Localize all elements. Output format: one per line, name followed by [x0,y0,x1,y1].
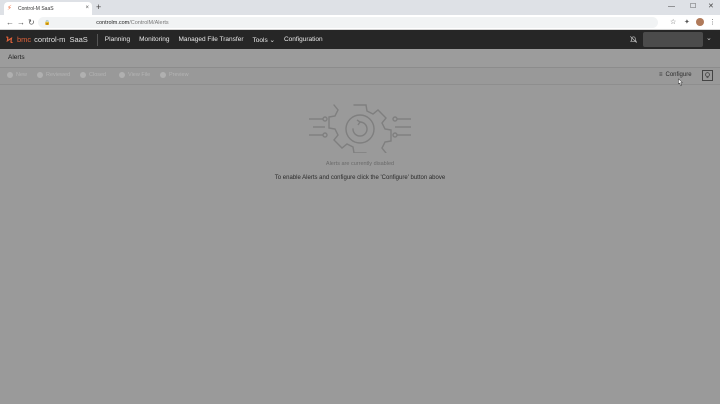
nav-tools[interactable]: Tools ⌄ [253,36,275,44]
closed-label: Closed [89,72,107,78]
reviewed-icon [37,72,43,78]
url-path: /ControlM/Alerts [129,19,169,26]
new-tab-button[interactable]: + [96,2,101,13]
brand-saas: SaaS [69,35,88,44]
back-button[interactable]: ← [6,18,14,27]
lock-icon: 🔒 [44,19,51,26]
minimize-button[interactable]: — [668,2,675,11]
app-header: Ϟ bmc control-m SaaS Planning Monitoring… [0,30,720,49]
view-file-label: View File [128,72,151,78]
view-file-icon [119,72,125,78]
user-menu-chevron-icon[interactable]: ⌄ [706,34,712,44]
preview-button[interactable]: Preview [160,72,189,78]
nav-configuration[interactable]: Configuration [284,36,323,43]
tab-title: Control-M SaaS [18,5,54,12]
gear-disabled-illustration-icon [309,104,411,153]
new-icon [7,72,13,78]
bell-muted-icon[interactable] [629,35,638,44]
user-menu-box[interactable] [643,32,703,47]
bmc-logo-icon: Ϟ [6,34,13,45]
reload-button[interactable]: ↻ [28,18,35,27]
brand-product: control-m [34,35,66,44]
header-divider [96,33,98,46]
view-file-button[interactable]: View File [119,72,150,78]
profile-avatar[interactable] [696,18,704,26]
closed-button[interactable]: Closed [80,72,106,78]
url-host: controlm.com [96,19,130,26]
nav-managed-file-transfer[interactable]: Managed File Transfer [178,36,243,43]
alerts-toolbar: New Reviewed Closed View File Preview [0,68,720,85]
new-button[interactable]: New [7,72,27,78]
url-text: controlm.com/ControlM/Alerts [96,20,168,26]
mouse-cursor-icon [678,78,683,87]
maximize-button[interactable]: ☐ [690,2,696,11]
page-title: Alerts [8,54,25,61]
nav-planning[interactable]: Planning [105,36,130,43]
new-label: New [16,72,28,78]
browser-tab-strip: ⚡ Control-M SaaS × + — ☐ ✕ [0,0,720,15]
preview-label: Preview [169,72,189,78]
page-title-bar: Alerts [0,49,720,68]
browser-tab[interactable]: ⚡ Control-M SaaS × [4,2,92,15]
browser-menu-icon[interactable]: ⋮ [709,18,716,27]
brand-logo[interactable]: Ϟ bmc control-m SaaS [6,35,88,45]
preview-icon [160,72,166,78]
bookmark-star-icon[interactable]: ☆ [670,18,676,27]
url-input[interactable]: 🔒 controlm.com/ControlM/Alerts [38,17,658,28]
brand-name: bmc [17,35,32,44]
window-close-button[interactable]: ✕ [708,2,714,11]
extensions-icon[interactable]: ✦ [684,18,690,27]
nav-monitoring[interactable]: Monitoring [139,36,169,43]
tab-close-icon[interactable]: × [85,5,89,12]
help-button[interactable] [702,70,713,81]
browser-address-bar: ← → ↻ 🔒 controlm.com/ControlM/Alerts ☆ ✦… [0,15,720,30]
reviewed-label: Reviewed [46,72,71,78]
bmc-favicon-icon: ⚡ [7,5,12,12]
empty-state-caption: Alerts are currently disabled [325,161,395,167]
empty-state-instruction: To enable Alerts and configure click the… [274,175,446,181]
forward-button[interactable]: → [17,18,25,27]
configure-icon: ≡ [659,72,663,78]
reviewed-button[interactable]: Reviewed [37,72,70,78]
lightbulb-icon [705,72,710,79]
closed-icon [80,72,86,78]
